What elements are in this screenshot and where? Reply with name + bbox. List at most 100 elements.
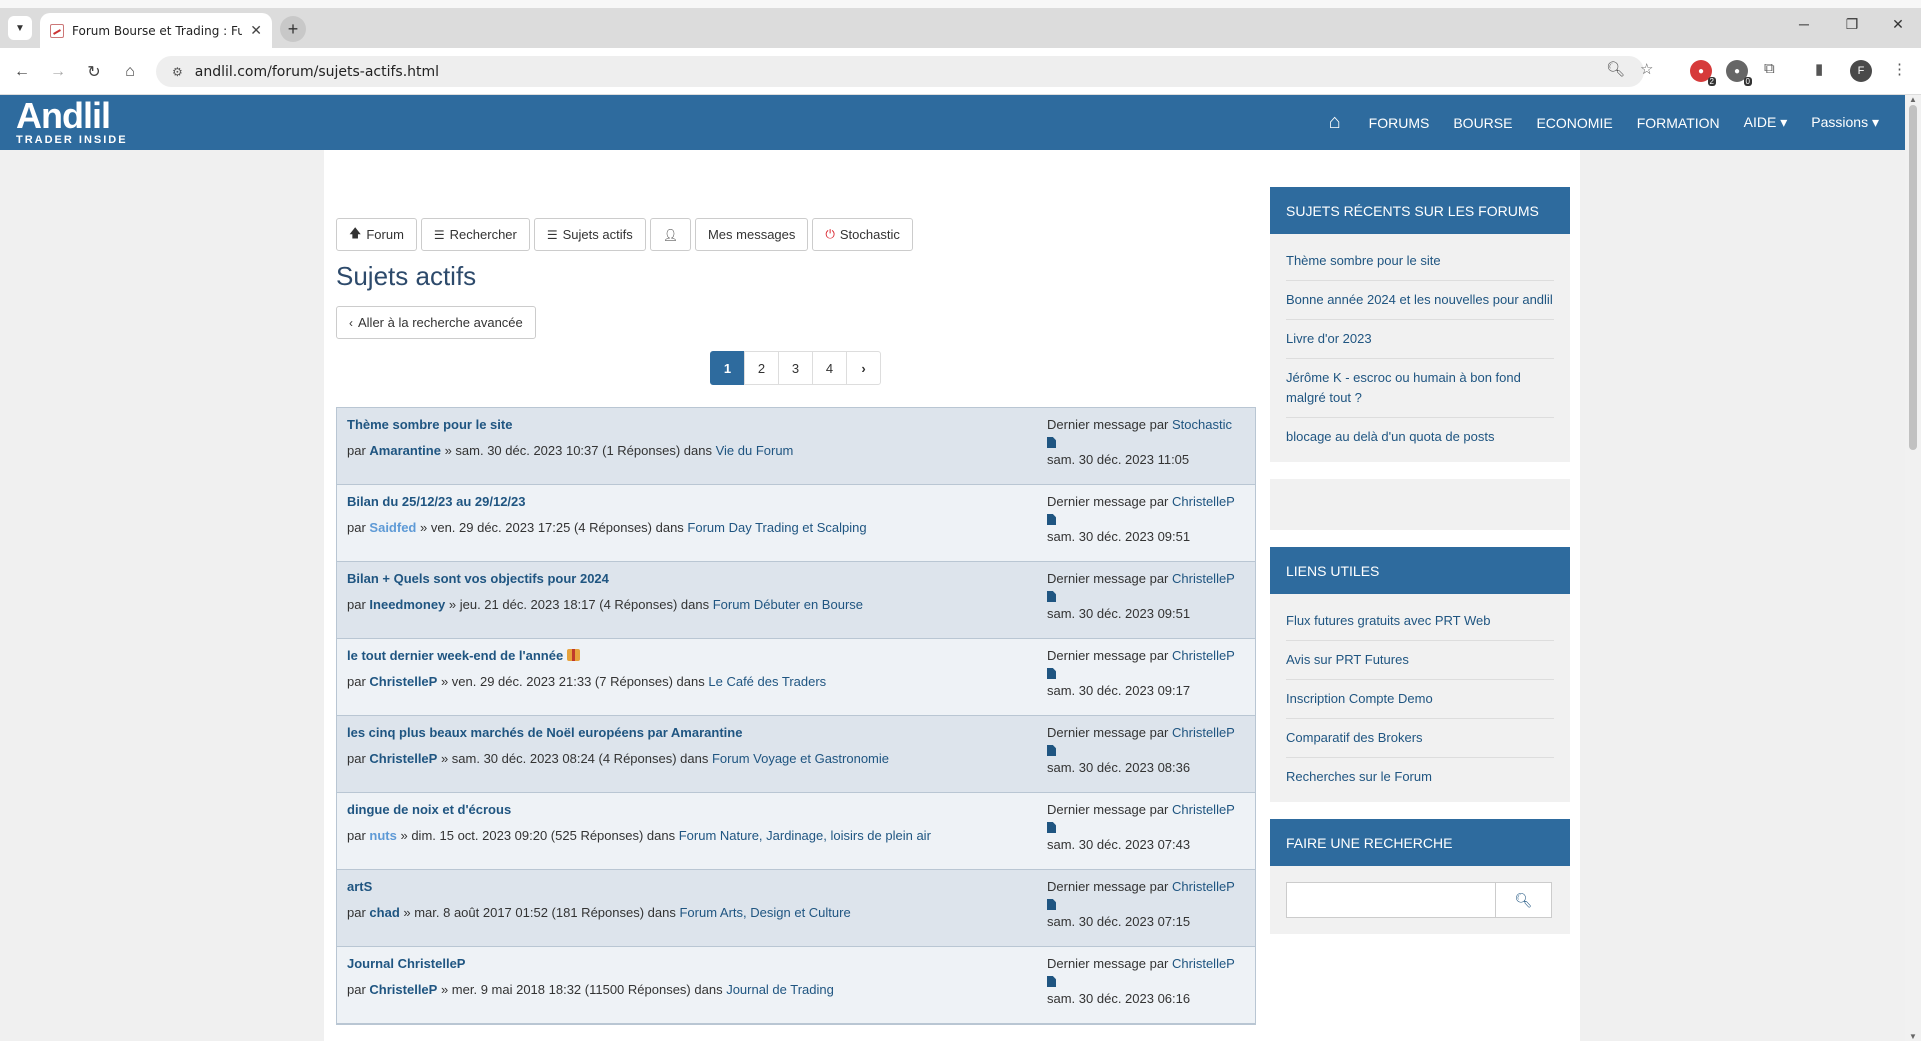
last-post-user[interactable]: ChristelleP bbox=[1172, 879, 1235, 894]
last-post-user[interactable]: ChristelleP bbox=[1172, 648, 1235, 663]
topic-forum[interactable]: Forum Day Trading et Scalping bbox=[687, 520, 866, 535]
advanced-search-button[interactable]: ‹ Aller à la recherche avancée bbox=[336, 306, 536, 339]
topic-title[interactable]: dingue de noix et d'écrous bbox=[347, 802, 511, 817]
new-tab-button[interactable]: + bbox=[280, 16, 306, 42]
last-post-user[interactable]: ChristelleP bbox=[1172, 956, 1235, 971]
minimize-icon[interactable]: ─ bbox=[1784, 16, 1824, 32]
view-last-post-icon[interactable] bbox=[1047, 437, 1056, 448]
view-last-post-icon[interactable] bbox=[1047, 668, 1056, 679]
adblock-extension-icon[interactable]: ● 2 bbox=[1690, 60, 1716, 86]
topic-forum[interactable]: Le Café des Traders bbox=[708, 674, 826, 689]
forward-arrow-icon[interactable]: → bbox=[46, 60, 70, 84]
address-bar[interactable]: ⚙ andlil.com/forum/sujets-actifs.html bbox=[156, 56, 1644, 87]
view-last-post-icon[interactable] bbox=[1047, 822, 1056, 833]
view-last-post-icon[interactable] bbox=[1047, 514, 1056, 525]
topic-author[interactable]: ChristelleP bbox=[369, 751, 437, 766]
site-logo[interactable]: Andlil TRADER INSIDE bbox=[16, 98, 128, 147]
active-topics-button[interactable]: ☰ Sujets actifs bbox=[533, 218, 646, 251]
topic-title[interactable]: Bilan du 25/12/23 au 29/12/23 bbox=[347, 494, 526, 509]
page-scrollbar[interactable]: ▲ ▼ bbox=[1905, 95, 1921, 1041]
useful-link[interactable]: Comparatif des Brokers bbox=[1286, 719, 1554, 758]
topic-forum[interactable]: Forum Nature, Jardinage, loisirs de plei… bbox=[679, 828, 931, 843]
sidebar-search-input[interactable] bbox=[1286, 882, 1496, 918]
page-2[interactable]: 2 bbox=[744, 351, 779, 385]
topic-title[interactable]: le tout dernier week-end de l'année bbox=[347, 648, 581, 663]
recent-topic-link[interactable]: Jérôme K - escroc ou humain à bon fond m… bbox=[1286, 359, 1554, 418]
topic-author[interactable]: Ineedmoney bbox=[369, 597, 445, 612]
topic-forum[interactable]: Journal de Trading bbox=[726, 982, 834, 997]
profile-avatar[interactable]: F bbox=[1850, 60, 1872, 82]
forum-button[interactable]: 🡅 Forum bbox=[336, 218, 417, 251]
last-post: Dernier message par ChristelleP sam. 30 d… bbox=[1047, 571, 1235, 621]
recent-topic-link[interactable]: Thème sombre pour le site bbox=[1286, 242, 1554, 281]
tab-list-button[interactable]: ▼ bbox=[8, 16, 32, 40]
search-button[interactable]: ☰ Rechercher bbox=[420, 218, 530, 251]
topic-author[interactable]: ChristelleP bbox=[369, 674, 437, 689]
nav-forums[interactable]: FORUMS bbox=[1357, 115, 1442, 131]
home-icon[interactable]: ⌂ bbox=[118, 60, 142, 84]
browser-tab[interactable]: Forum Bourse et Trading : Futures ✕ bbox=[40, 13, 272, 48]
topic-title[interactable]: artS bbox=[347, 879, 372, 894]
page-1[interactable]: 1 bbox=[710, 351, 745, 385]
extensions-puzzle-icon[interactable]: ⧉ bbox=[1764, 60, 1775, 77]
recent-topic-link[interactable]: blocage au delà d'un quota de posts bbox=[1286, 418, 1554, 456]
tab-close-icon[interactable]: ✕ bbox=[250, 22, 262, 39]
useful-link[interactable]: Recherches sur le Forum bbox=[1286, 758, 1554, 796]
browser-menu-icon[interactable]: ⋮ bbox=[1892, 60, 1907, 78]
topic-title[interactable]: Journal ChristelleP bbox=[347, 956, 465, 971]
view-last-post-icon[interactable] bbox=[1047, 976, 1056, 987]
topic-row: dingue de noix et d'écrous par nuts » di… bbox=[337, 793, 1255, 870]
useful-link[interactable]: Avis sur PRT Futures bbox=[1286, 641, 1554, 680]
back-arrow-icon[interactable]: ← bbox=[10, 60, 34, 84]
window-close-icon[interactable]: ✕ bbox=[1878, 16, 1918, 33]
view-last-post-icon[interactable] bbox=[1047, 591, 1056, 602]
view-last-post-icon[interactable] bbox=[1047, 745, 1056, 756]
zoom-icon[interactable]: 🔍︎ bbox=[1606, 60, 1625, 78]
topic-author[interactable]: chad bbox=[369, 905, 399, 920]
bookmark-star-icon[interactable]: ☆ bbox=[1640, 60, 1653, 78]
topic-forum[interactable]: Forum Voyage et Gastronomie bbox=[712, 751, 889, 766]
reload-icon[interactable]: ↻ bbox=[82, 60, 106, 84]
last-post-user[interactable]: ChristelleP bbox=[1172, 725, 1235, 740]
side-panel-icon[interactable]: ▮ bbox=[1815, 60, 1823, 78]
topic-title[interactable]: les cinq plus beaux marchés de Noël euro… bbox=[347, 725, 742, 740]
view-last-post-icon[interactable] bbox=[1047, 899, 1056, 910]
nav-formation[interactable]: FORMATION bbox=[1625, 115, 1732, 131]
last-post-user[interactable]: ChristelleP bbox=[1172, 571, 1235, 586]
page-3[interactable]: 3 bbox=[778, 351, 813, 385]
last-post-user[interactable]: ChristelleP bbox=[1172, 494, 1235, 509]
topic-forum[interactable]: Forum Débuter en Bourse bbox=[713, 597, 863, 612]
topic-title[interactable]: Thème sombre pour le site bbox=[347, 417, 512, 432]
restore-icon[interactable]: ❐ bbox=[1832, 16, 1872, 33]
recent-topic-link[interactable]: Bonne année 2024 et les nouvelles pour a… bbox=[1286, 281, 1554, 320]
scroll-up-icon[interactable]: ▲ bbox=[1909, 95, 1917, 104]
topic-author[interactable]: Saidfed bbox=[369, 520, 416, 535]
my-messages-button[interactable]: Mes messages bbox=[694, 218, 809, 251]
topic-title[interactable]: Bilan + Quels sont vos objectifs pour 20… bbox=[347, 571, 609, 586]
useful-link[interactable]: Inscription Compte Demo bbox=[1286, 680, 1554, 719]
nav-bourse[interactable]: BOURSE bbox=[1441, 115, 1524, 131]
last-post-user[interactable]: Stochastic bbox=[1172, 417, 1232, 432]
last-post-user[interactable]: ChristelleP bbox=[1172, 802, 1235, 817]
last-post: Dernier message par ChristelleP sam. 30 d… bbox=[1047, 494, 1235, 544]
logout-button[interactable]: ⏻ Stochastic bbox=[812, 218, 913, 251]
search-icon[interactable]: 🔍︎ bbox=[1496, 882, 1552, 918]
topic-forum[interactable]: Forum Arts, Design et Culture bbox=[679, 905, 850, 920]
privacy-extension-icon[interactable]: ● 0 bbox=[1726, 60, 1752, 86]
nav-aide[interactable]: AIDE ▾ bbox=[1732, 114, 1800, 131]
topic-author[interactable]: ChristelleP bbox=[369, 982, 437, 997]
scroll-down-icon[interactable]: ▼ bbox=[1909, 1032, 1917, 1041]
topic-forum[interactable]: Vie du Forum bbox=[716, 443, 794, 458]
profile-button[interactable]: 👤︎ bbox=[649, 218, 691, 251]
recent-topic-link[interactable]: Livre d'or 2023 bbox=[1286, 320, 1554, 359]
useful-link[interactable]: Flux futures gratuits avec PRT Web bbox=[1286, 602, 1554, 641]
nav-economie[interactable]: ECONOMIE bbox=[1524, 115, 1624, 131]
scrollbar-thumb[interactable] bbox=[1909, 105, 1917, 450]
page-4[interactable]: 4 bbox=[812, 351, 847, 385]
next-page-chevron-icon[interactable]: › bbox=[846, 351, 881, 385]
nav-home-icon[interactable]: ⌂ bbox=[1313, 111, 1357, 134]
nav-passions[interactable]: Passions ▾ bbox=[1799, 114, 1891, 131]
topic-author[interactable]: Amarantine bbox=[369, 443, 441, 458]
topic-author[interactable]: nuts bbox=[369, 828, 396, 843]
site-info-icon[interactable]: ⚙ bbox=[172, 65, 183, 79]
